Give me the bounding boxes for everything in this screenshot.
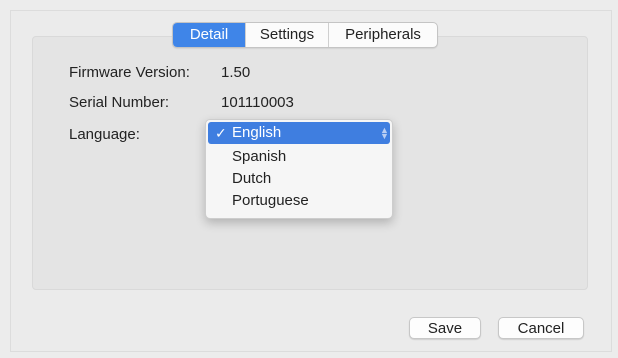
option-label: Spanish [232,148,287,165]
checkmark-icon: ✓ [215,125,227,141]
tab-bar: Detail Settings Peripherals [172,22,438,48]
firmware-version-label: Firmware Version: [69,64,190,81]
firmware-version-value: 1.50 [221,64,251,81]
option-label: Portuguese [232,192,309,209]
up-down-arrows-icon: ▲ ▼ [380,125,389,141]
tab-detail[interactable]: Detail [173,23,245,47]
language-option-portuguese[interactable]: Portuguese [208,190,390,212]
language-label: Language: [69,126,140,143]
option-label: Dutch [232,170,272,187]
language-dropdown-menu[interactable]: ✓ English ▲ ▼ Spanish Dutch Portuguese [205,119,393,219]
cancel-button[interactable]: Cancel [498,317,584,339]
serial-number-label: Serial Number: [69,94,170,111]
language-option-english[interactable]: ✓ English ▲ ▼ [208,122,390,144]
tab-settings[interactable]: Settings [245,23,328,47]
save-button[interactable]: Save [409,317,481,339]
serial-number-value: 101110003 [221,94,294,111]
language-option-dutch[interactable]: Dutch [208,168,390,190]
option-label: English [232,124,282,141]
tab-peripherals[interactable]: Peripherals [328,23,437,47]
language-option-spanish[interactable]: Spanish [208,146,390,168]
